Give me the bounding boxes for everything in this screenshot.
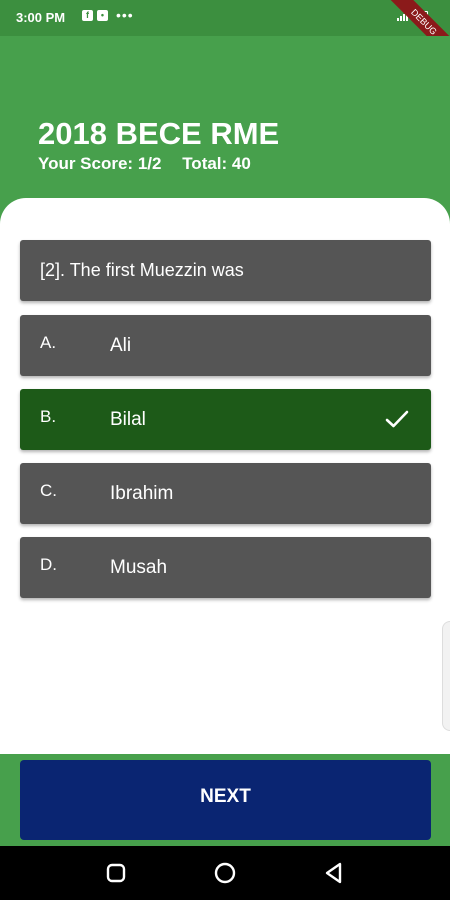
total-label: Total: 40 — [182, 154, 251, 173]
side-panel-handle[interactable] — [442, 621, 450, 731]
facebook-icon: f — [82, 10, 93, 21]
status-time: 3:00 PM — [16, 10, 66, 25]
score-label: Your Score: 1/2 — [38, 154, 162, 173]
check-icon — [385, 410, 409, 428]
footer-bar: NEXT — [0, 754, 450, 846]
option-text: Ali — [110, 335, 132, 356]
navigation-bar — [0, 846, 450, 900]
option-text: Musah — [110, 557, 168, 578]
option-letter: C. — [40, 481, 57, 500]
next-button[interactable]: NEXT — [20, 760, 431, 840]
option-letter: B. — [40, 407, 57, 426]
option-letter: D. — [40, 555, 57, 574]
question-card: [2]. The first Muezzin was A. Ali B. Bil… — [0, 198, 450, 754]
option-d[interactable]: D. Musah — [20, 537, 431, 598]
status-bar: 3:00 PM f • ••• DEBUG — [0, 0, 450, 71]
option-a[interactable]: A. Ali — [20, 315, 431, 376]
back-icon[interactable] — [322, 861, 346, 885]
quiz-title: 2018 BECE RME — [38, 116, 280, 151]
more-notifications-icon: ••• — [116, 7, 134, 23]
score-line: Your Score: 1/2 Total: 40 — [38, 154, 251, 174]
option-text: Bilal — [110, 409, 146, 430]
option-letter: A. — [40, 333, 57, 352]
home-icon[interactable] — [213, 861, 237, 885]
recent-apps-icon[interactable] — [104, 861, 128, 885]
question-text: [2]. The first Muezzin was — [20, 240, 431, 301]
option-text: Ibrahim — [110, 483, 174, 504]
option-c[interactable]: C. Ibrahim — [20, 463, 431, 524]
notification-icons: f • ••• — [82, 7, 134, 23]
option-b[interactable]: B. Bilal — [20, 389, 431, 450]
message-icon: • — [97, 10, 108, 21]
